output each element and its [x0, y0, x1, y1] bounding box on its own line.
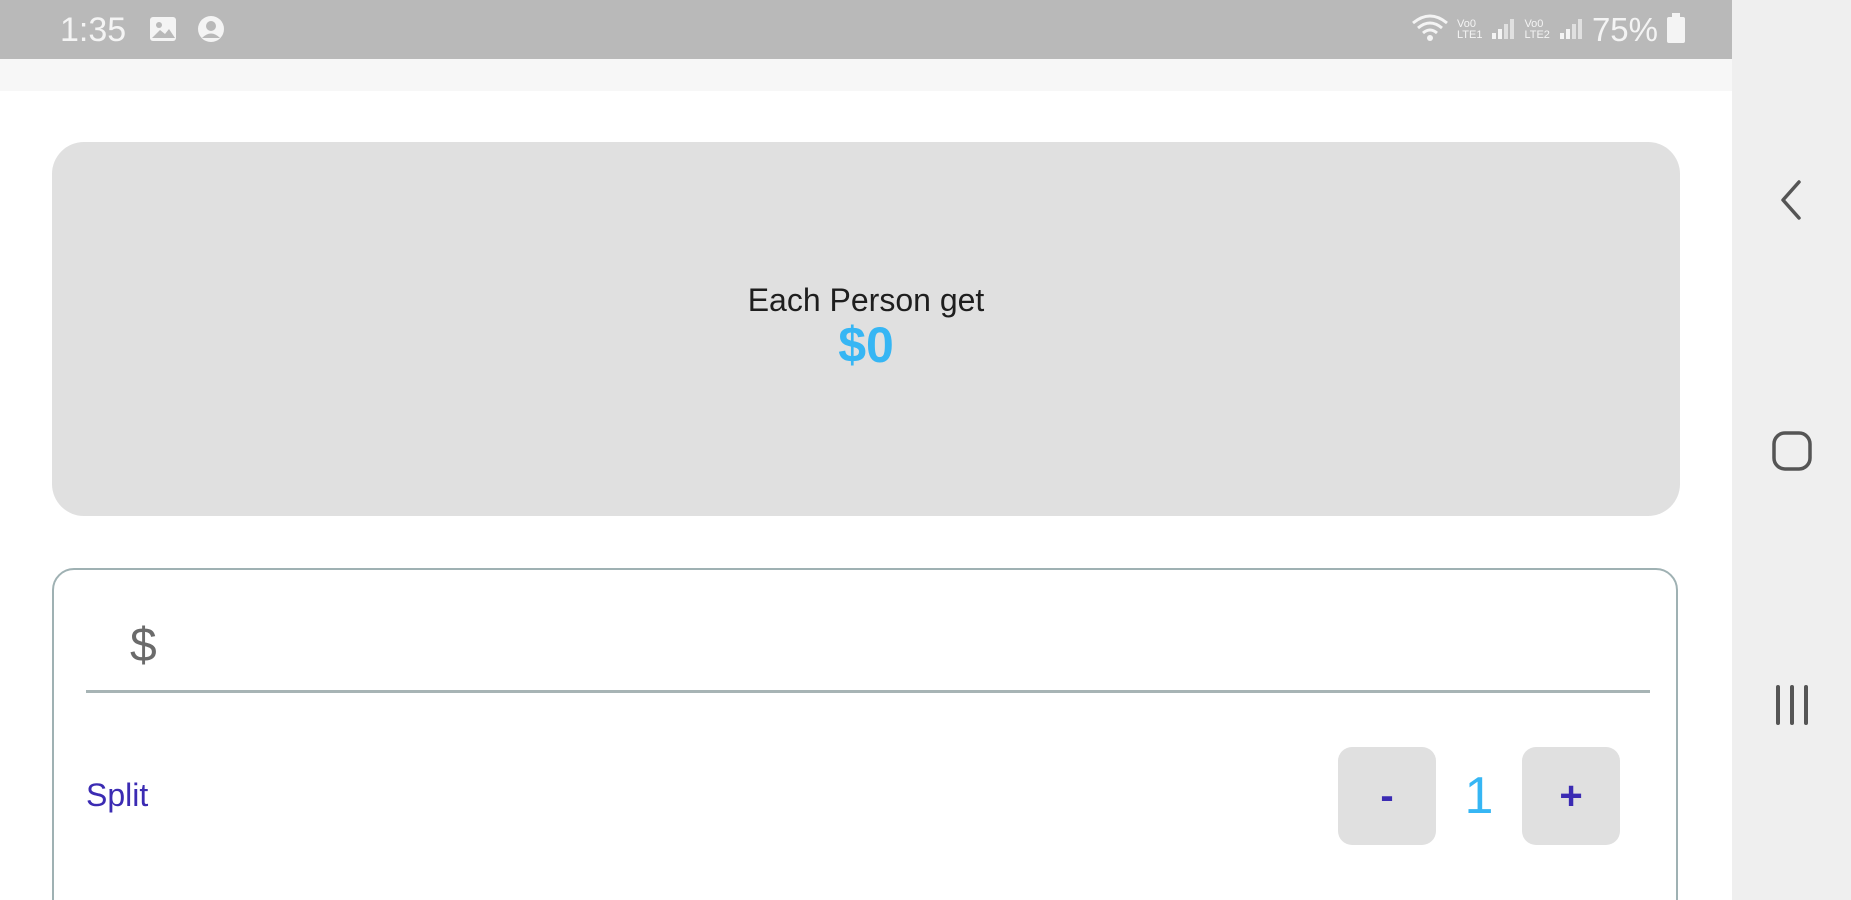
account-circle-icon	[196, 14, 226, 44]
app-screen: 1:35 Vo0 LTE1 Vo0 LTE2 75% Each Person g…	[0, 0, 1851, 900]
sim2-label: Vo0 LTE2	[1524, 18, 1550, 41]
home-icon	[1770, 429, 1814, 478]
result-label: Each Person get	[747, 282, 985, 318]
increment-button[interactable]: +	[1522, 747, 1620, 845]
split-label: Split	[86, 777, 149, 813]
home-button[interactable]	[1767, 428, 1817, 478]
amount-field[interactable]: $	[86, 610, 1650, 693]
signal-icon	[1490, 15, 1516, 46]
navigation-bar	[1732, 0, 1851, 900]
sim1-label: Vo0 LTE1	[1456, 18, 1483, 41]
back-icon	[1777, 178, 1807, 227]
image-icon	[148, 14, 178, 44]
status-time: 1:35	[60, 11, 127, 49]
back-button[interactable]	[1767, 177, 1817, 227]
recents-icon	[1772, 683, 1812, 732]
battery-icon	[1666, 12, 1686, 49]
result-card: Each Person get $0	[52, 142, 1680, 516]
split-stepper: - 1 +	[1338, 746, 1620, 846]
status-right-group: Vo0 LTE1 Vo0 LTE2 75%	[1411, 12, 1686, 48]
split-count: 1	[1464, 767, 1494, 825]
toolbar-strip	[0, 59, 1732, 91]
bill-input-card: $ Split - 1 +	[52, 568, 1678, 900]
battery-percent: 75%	[1591, 11, 1658, 48]
wifi-icon	[1411, 13, 1449, 48]
dollar-prefix: $	[130, 619, 157, 672]
status-bar: 1:35 Vo0 LTE1 Vo0 LTE2 75%	[0, 0, 1732, 59]
recents-button[interactable]	[1767, 682, 1817, 732]
result-value: $0	[838, 317, 894, 373]
amount-input[interactable]	[196, 616, 1620, 678]
decrement-button[interactable]: -	[1338, 747, 1436, 845]
signal-icon-2	[1558, 15, 1584, 46]
